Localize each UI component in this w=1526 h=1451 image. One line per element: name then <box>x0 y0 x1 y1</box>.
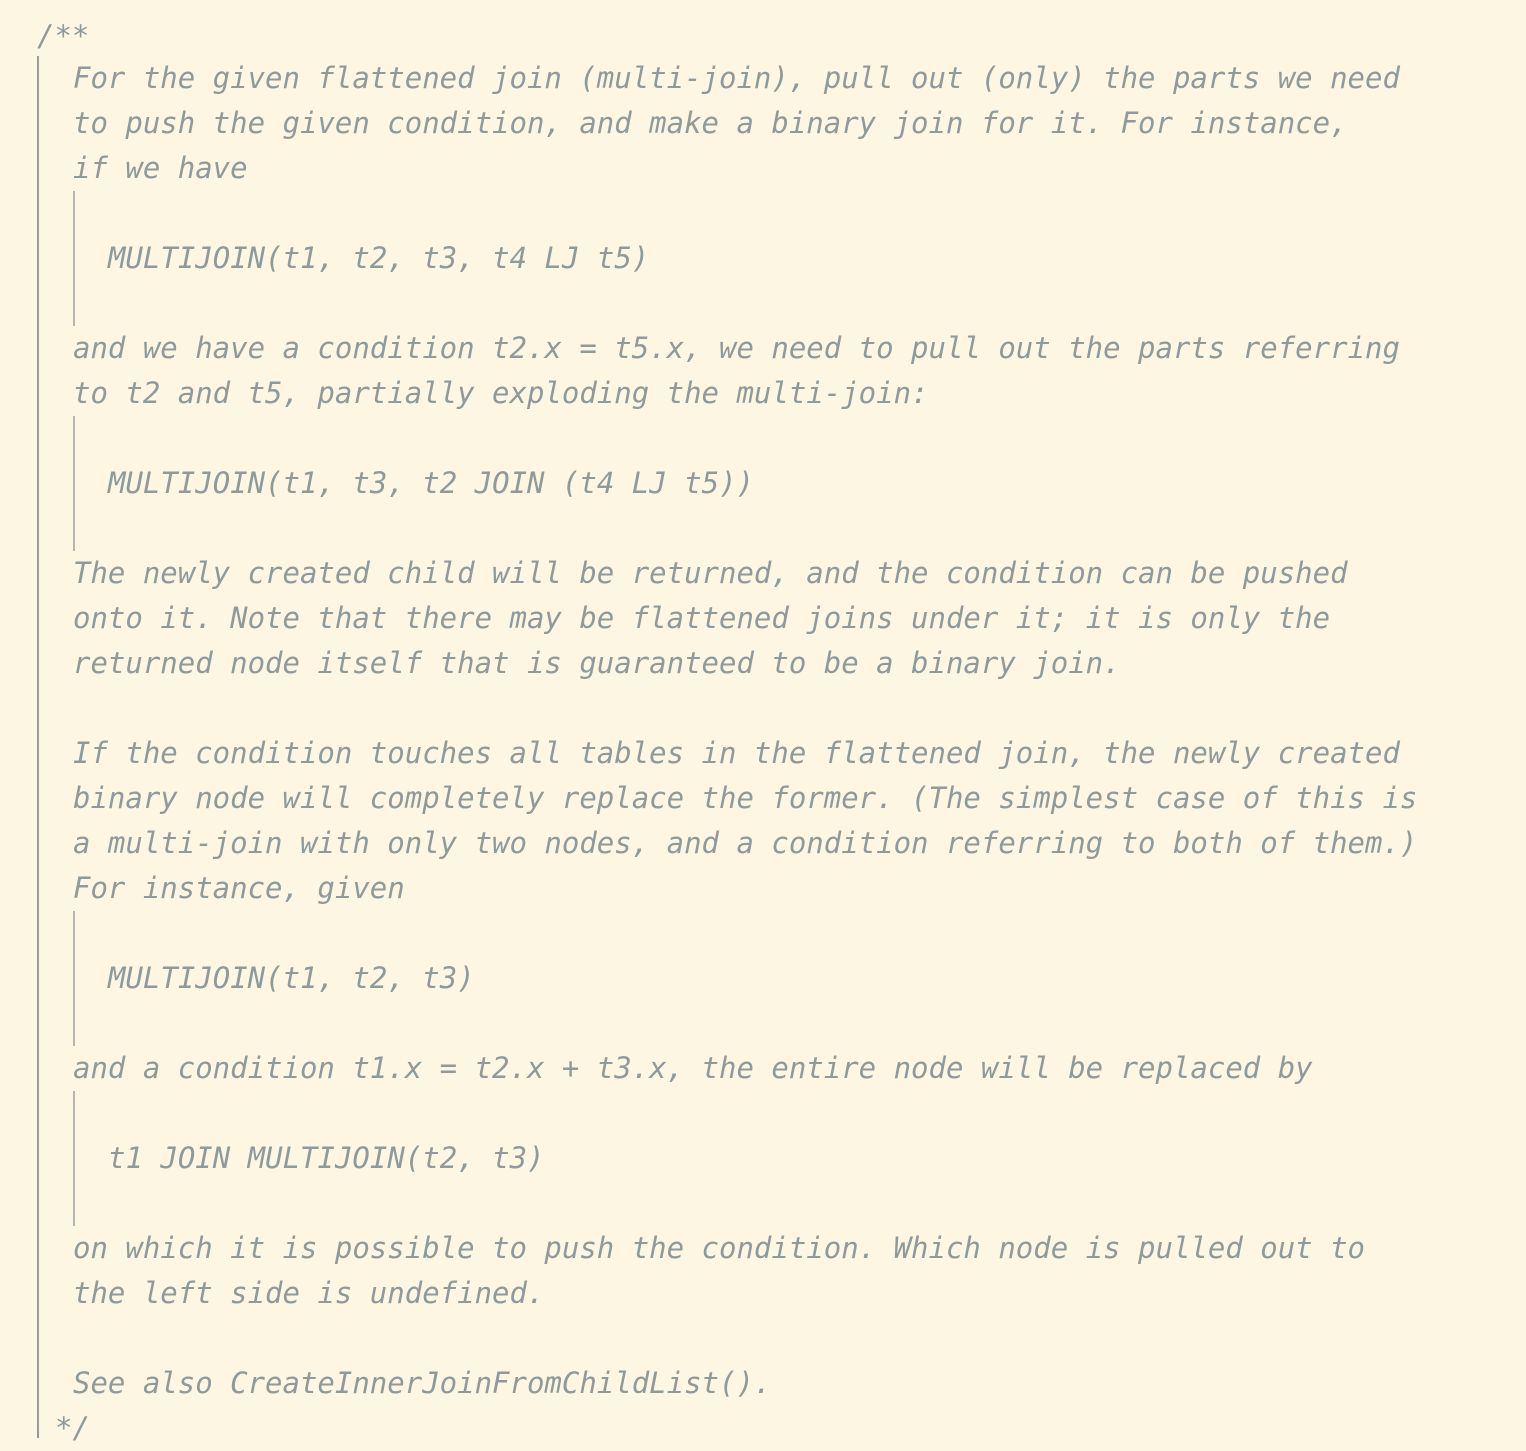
comment-gutter-bar <box>37 56 39 1438</box>
comment-text-line: the left side is undefined. <box>73 1276 545 1310</box>
comment-text-line: The newly created child will be returned… <box>73 556 1348 590</box>
code-example-text: MULTIJOIN(t1, t2, t3, t4 LJ t5) <box>108 241 650 275</box>
comment-text-line: and we have a condition t2.x = t5.x, we … <box>73 331 1400 365</box>
code-example-block: MULTIJOIN(t1, t2, t3, t4 LJ t5) <box>73 191 1513 326</box>
code-example-text: MULTIJOIN(t1, t2, t3) <box>108 961 475 995</box>
comment-text-line: to push the given condition, and make a … <box>73 106 1348 140</box>
code-example-block: MULTIJOIN(t1, t3, t2 JOIN (t4 LJ t5)) <box>73 416 1513 551</box>
comment-text-line: See also CreateInnerJoinFromChildList(). <box>73 1366 772 1400</box>
comment-close-marker: */ <box>55 1411 90 1445</box>
comment-text-line: and a condition t1.x = t2.x + t3.x, the … <box>73 1051 1313 1085</box>
code-example-block: t1 JOIN MULTIJOIN(t2, t3) <box>73 1091 1513 1226</box>
comment-text-line: if we have <box>73 151 248 185</box>
comment-text-line: to t2 and t5, partially exploding the mu… <box>73 376 929 410</box>
code-example-bar <box>73 911 75 1046</box>
comment-text-line: binary node will completely replace the … <box>73 781 1418 815</box>
comment-text-line: For the given flattened join (multi-join… <box>73 61 1400 95</box>
code-example-block: MULTIJOIN(t1, t2, t3) <box>73 911 1513 1046</box>
code-example-bar <box>73 191 75 326</box>
comment-text-line: For instance, given <box>73 871 405 905</box>
comment-text-line: returned node itself that is guaranteed … <box>73 646 1121 680</box>
code-example-text: t1 JOIN MULTIJOIN(t2, t3) <box>108 1141 545 1175</box>
code-example-bar <box>73 416 75 551</box>
comment-text-line: onto it. Note that there may be flattene… <box>73 601 1331 635</box>
comment-text-line: on which it is possible to push the cond… <box>73 1231 1366 1265</box>
doc-comment-body: For the given flattened join (multi-join… <box>73 56 1513 1406</box>
code-example-bar <box>73 1091 75 1226</box>
code-example-text: MULTIJOIN(t1, t3, t2 JOIN (t4 LJ t5)) <box>108 466 755 500</box>
code-editor[interactable]: /** For the given flattened join (multi-… <box>0 0 1526 1445</box>
comment-text-line: a multi-join with only two nodes, and a … <box>73 826 1418 860</box>
comment-open-marker: /** <box>37 19 90 53</box>
comment-text-line: If the condition touches all tables in t… <box>73 736 1400 770</box>
